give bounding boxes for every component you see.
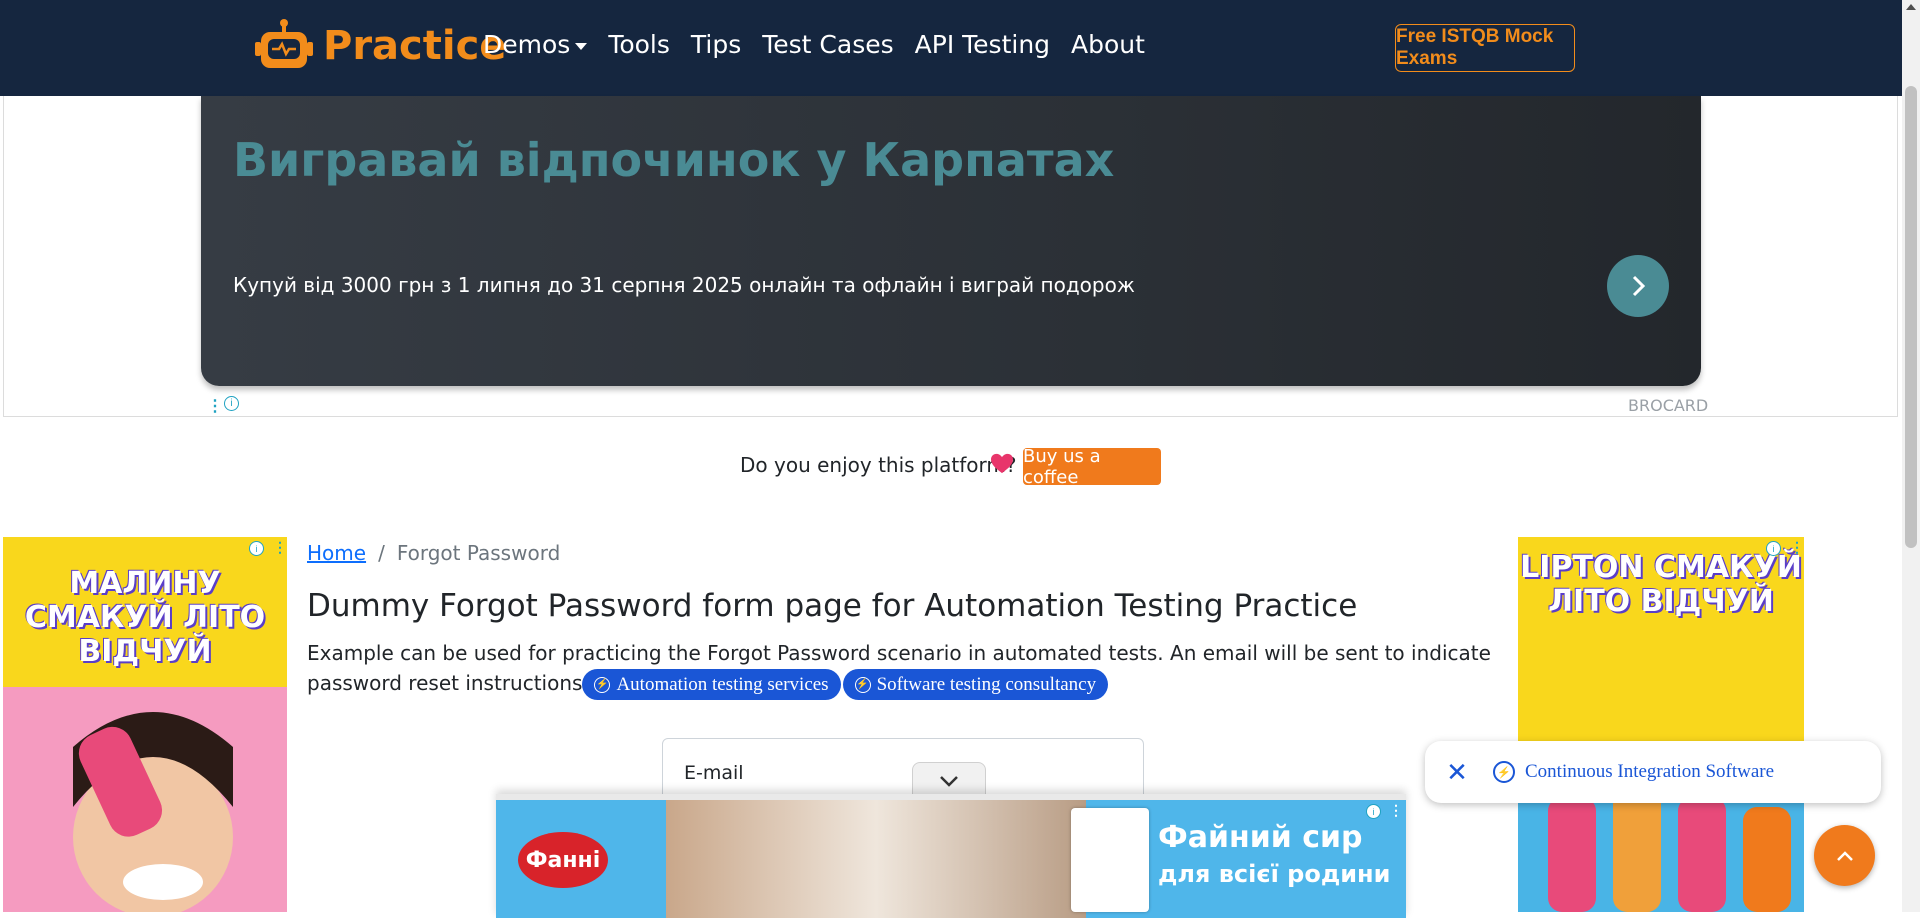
bottom-ad-subline: для всієї родини — [1158, 860, 1391, 888]
software-testing-consultancy-link[interactable]: ⚡ Software testing consultancy — [842, 669, 1109, 700]
bolt-icon: ⚡ — [1493, 761, 1515, 783]
top-ad-brand: BROCARD — [1628, 396, 1709, 415]
top-ad-arrow-button[interactable] — [1607, 255, 1669, 317]
page-description: Example can be used for practicing the F… — [307, 638, 1507, 700]
page-title: Dummy Forgot Password form page for Auto… — [307, 588, 1358, 624]
enjoy-text: Do you enjoy this platform? — [740, 453, 1017, 477]
scroll-up-arrow-icon[interactable] — [1906, 4, 1916, 10]
istqb-mock-exams-button[interactable]: Free ISTQB Mock Exams — [1395, 24, 1575, 72]
chevron-right-icon — [1632, 275, 1646, 297]
ad-info-icon[interactable]: i — [249, 541, 264, 556]
buy-coffee-button[interactable]: Buy us a coffee — [1023, 446, 1161, 488]
bolt-icon: ⚡ — [854, 676, 871, 693]
chevron-up-icon — [1836, 850, 1853, 861]
breadcrumb-current: Forgot Password — [396, 541, 561, 565]
nav-tips[interactable]: Tips — [691, 30, 741, 59]
nav-menu: Demos Tools Tips Test Cases API Testing … — [483, 30, 1145, 59]
heart-icon — [991, 453, 1013, 474]
ad-options-icon[interactable]: ⋮ — [273, 539, 287, 556]
caret-down-icon — [575, 42, 588, 50]
chevron-down-icon — [940, 776, 958, 787]
nav-demos[interactable]: Demos — [483, 30, 588, 59]
ad-info-icon[interactable]: i — [224, 396, 239, 411]
fanni-logo: Фанні — [518, 832, 608, 888]
nav-about[interactable]: About — [1071, 30, 1145, 59]
bolt-icon: ⚡ — [594, 676, 611, 693]
ad-info-icon[interactable]: i — [1766, 541, 1781, 556]
continuous-integration-card[interactable]: ✕ ⚡ Continuous Integration Software — [1425, 741, 1881, 803]
left-ad-image — [3, 687, 287, 912]
automation-testing-services-link[interactable]: ⚡ Automation testing services — [582, 669, 841, 700]
breadcrumb-home-link[interactable]: Home — [307, 541, 366, 565]
left-side-ad[interactable]: МАЛИНУ СМАКУЙ ЛІТО ВІДЧУЙ i ⋮ — [3, 537, 287, 912]
breadcrumb: Home / Forgot Password — [307, 541, 560, 565]
top-ad-subtext: Купуй від 3000 грн з 1 липня до 31 серпн… — [233, 273, 1135, 297]
ad-options-icon[interactable]: ⋮ — [207, 396, 223, 416]
scrollbar-thumb[interactable] — [1905, 86, 1917, 548]
brand-name: Practice — [323, 23, 507, 69]
top-ad-headline: Вигравай відпочинок у Карпатах — [233, 133, 1115, 187]
close-icon[interactable]: ✕ — [1443, 757, 1471, 788]
nav-api-testing[interactable]: API Testing — [915, 30, 1050, 59]
ad-info-icon[interactable]: i — [1366, 804, 1381, 819]
bottom-ad-photo — [666, 800, 1086, 918]
nav-tools[interactable]: Tools — [608, 30, 670, 59]
scroll-to-top-button[interactable] — [1814, 825, 1875, 886]
right-side-ad[interactable]: LIPTON СМАКУЙ ЛІТО ВІДЧУЙ i ⋮ — [1518, 537, 1804, 912]
breadcrumb-separator: / — [378, 541, 385, 565]
bottom-ad-headline: Файний сир — [1158, 820, 1363, 855]
ad-options-icon[interactable]: ⋮ — [1790, 539, 1804, 556]
ci-card-text[interactable]: Continuous Integration Software — [1525, 761, 1774, 783]
nav-test-cases[interactable]: Test Cases — [762, 30, 893, 59]
email-label: E-mail — [684, 762, 744, 784]
brand-link[interactable]: Practice — [255, 18, 506, 74]
bottom-sticky-ad[interactable]: Фанні Файний сир для всієї родини i ⋮ — [496, 794, 1406, 918]
robot-logo-icon — [255, 19, 313, 68]
bottom-ad-text: Файний сир для всієї родини — [1158, 820, 1390, 892]
ad-options-icon[interactable]: ⋮ — [1389, 802, 1403, 819]
right-ad-headline: LIPTON СМАКУЙ ЛІТО ВІДЧУЙ — [1520, 550, 1802, 619]
bottom-ad-product-image — [1071, 808, 1149, 912]
left-ad-headline: МАЛИНУ СМАКУЙ ЛІТО ВІДЧУЙ — [24, 566, 266, 669]
